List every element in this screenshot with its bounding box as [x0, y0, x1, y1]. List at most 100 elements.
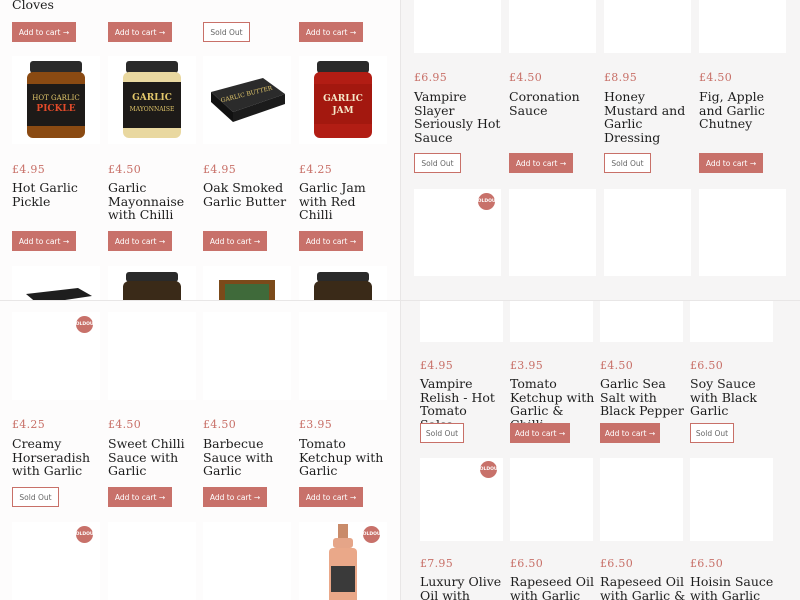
svg-text:GARLIC: GARLIC	[323, 94, 363, 104]
product-title[interactable]: Oak Smoked Garlic Butter	[203, 181, 293, 208]
add-to-cart-button[interactable]: Add to cart →	[12, 231, 76, 251]
product-image[interactable]	[699, 189, 786, 276]
svg-text:PICKLE: PICKLE	[36, 104, 75, 114]
product-box-image	[26, 288, 92, 300]
product-price: £6.95	[414, 71, 447, 84]
product-price: £4.50	[509, 71, 542, 84]
product-title[interactable]: Rapeseed Oil with Garlic	[510, 575, 596, 600]
add-to-cart-button[interactable]: Add to cart →	[108, 22, 172, 42]
product-title[interactable]: Coronation Sauce	[509, 90, 597, 117]
sold-out-button: Sold Out	[414, 153, 461, 173]
hot-garlic-pickle-jar: HOT GARLIC PICKLE	[27, 61, 85, 138]
sold-out-badge: SOLD OUT	[72, 316, 97, 333]
product-image[interactable]: GARLIC BUTTER	[203, 56, 291, 144]
product-jar-image	[123, 272, 181, 300]
add-to-cart-button[interactable]: Add to cart →	[699, 153, 763, 173]
add-to-cart-button[interactable]: Add to cart →	[510, 423, 570, 443]
product-jar-image	[314, 272, 372, 300]
product-image[interactable]	[690, 301, 773, 342]
product-title[interactable]: Garlic Sea Salt with Black Pepper	[600, 377, 686, 418]
product-image[interactable]: GARLIC JAM	[299, 56, 387, 144]
product-image[interactable]	[510, 301, 593, 342]
product-price: £4.50	[108, 418, 141, 431]
add-to-cart-button[interactable]: Add to cart →	[108, 231, 172, 251]
product-image[interactable]	[108, 522, 196, 600]
product-title[interactable]: Rapeseed Oil with Garlic &	[600, 575, 686, 600]
add-to-cart-button[interactable]: Add to cart →	[299, 22, 363, 42]
product-price: £4.50	[600, 359, 633, 372]
product-price: £8.95	[604, 71, 637, 84]
svg-text:HOT GARLIC: HOT GARLIC	[32, 94, 79, 102]
product-image[interactable]	[690, 458, 773, 541]
product-image[interactable]: SOLD OUT	[12, 522, 100, 600]
product-image[interactable]	[600, 301, 683, 342]
product-price: £4.95	[12, 163, 45, 176]
product-image[interactable]	[203, 266, 291, 300]
product-price: £4.25	[12, 418, 45, 431]
product-title[interactable]: Vampire Slayer Seriously Hot Sauce	[414, 90, 502, 144]
add-to-cart-button[interactable]: Add to cart →	[203, 231, 267, 251]
product-price: £6.50	[510, 557, 543, 570]
product-image[interactable]	[203, 312, 291, 400]
product-title[interactable]: Creamy Horseradish with Garlic	[12, 437, 102, 478]
product-price: £4.95	[420, 359, 453, 372]
add-to-cart-button[interactable]: Add to cart →	[600, 423, 660, 443]
product-image[interactable]: SOLD OUT	[299, 522, 387, 600]
product-image[interactable]	[203, 522, 291, 600]
product-title[interactable]: Garlic Mayonnaise with Chilli	[108, 181, 198, 222]
sold-out-button: Sold Out	[604, 153, 651, 173]
product-title[interactable]: Sweet Chilli Sauce with Garlic	[108, 437, 198, 478]
product-image[interactable]: GARLIC MAYONNAISE	[108, 56, 196, 144]
product-title[interactable]: Fig, Apple and Garlic Chutney	[699, 90, 789, 131]
sold-out-button: Sold Out	[690, 423, 734, 443]
add-to-cart-button[interactable]: Add to cart →	[509, 153, 573, 173]
product-title[interactable]: Soy Sauce with Black Garlic	[690, 377, 776, 418]
product-image[interactable]	[604, 0, 691, 53]
product-image[interactable]	[509, 0, 596, 53]
product-title[interactable]: Hot Garlic Pickle	[12, 181, 102, 208]
product-image[interactable]: SOLD OUT	[414, 189, 501, 276]
product-price: £6.50	[690, 557, 723, 570]
product-price: £7.95	[420, 557, 453, 570]
product-image[interactable]	[12, 266, 100, 300]
product-box-image	[219, 280, 275, 300]
product-price: £4.50	[203, 418, 236, 431]
panel-top-left: Cloves Add to cart → Add to cart → Sold …	[0, 0, 400, 300]
sold-out-button: Sold Out	[203, 22, 250, 42]
product-image[interactable]	[299, 312, 387, 400]
product-image[interactable]: HOT GARLIC PICKLE	[12, 56, 100, 144]
product-image[interactable]: SOLD OUT	[12, 312, 100, 400]
product-image[interactable]	[600, 458, 683, 541]
add-to-cart-button[interactable]: Add to cart →	[203, 487, 267, 507]
product-image[interactable]: SOLD OUT	[420, 458, 503, 541]
product-image[interactable]	[420, 301, 503, 342]
garlic-mayonnaise-jar: GARLIC MAYONNAISE	[123, 61, 181, 138]
product-image[interactable]	[509, 189, 596, 276]
add-to-cart-button[interactable]: Add to cart →	[108, 487, 172, 507]
product-price: £4.95	[203, 163, 236, 176]
add-to-cart-button[interactable]: Add to cart →	[299, 231, 363, 251]
product-image[interactable]	[699, 0, 786, 53]
product-image[interactable]	[299, 266, 387, 300]
sold-out-button: Sold Out	[420, 423, 464, 443]
svg-text:JAM: JAM	[331, 106, 353, 116]
product-price: £3.95	[299, 418, 332, 431]
product-title[interactable]: Garlic Jam with Red Chilli	[299, 181, 389, 222]
product-title[interactable]: Tomato Ketchup with Garlic	[299, 437, 389, 478]
product-image[interactable]	[510, 458, 593, 541]
product-image[interactable]	[108, 266, 196, 300]
product-price: £3.95	[510, 359, 543, 372]
product-title[interactable]: Barbecue Sauce with Garlic	[203, 437, 293, 478]
product-price: £4.25	[299, 163, 332, 176]
add-to-cart-button[interactable]: Add to cart →	[12, 22, 76, 42]
product-image[interactable]	[604, 189, 691, 276]
product-title[interactable]: Luxury Olive Oil with	[420, 575, 504, 600]
product-image[interactable]	[108, 312, 196, 400]
garlic-jam-jar: GARLIC JAM	[314, 61, 372, 138]
product-title[interactable]: Honey Mustard and Garlic Dressing	[604, 90, 692, 144]
product-price: £6.50	[690, 359, 723, 372]
sold-out-badge: SOLD OUT	[476, 461, 501, 478]
add-to-cart-button[interactable]: Add to cart →	[299, 487, 363, 507]
product-image[interactable]	[414, 0, 501, 53]
product-title[interactable]: Hoisin Sauce with Garlic	[690, 575, 776, 600]
